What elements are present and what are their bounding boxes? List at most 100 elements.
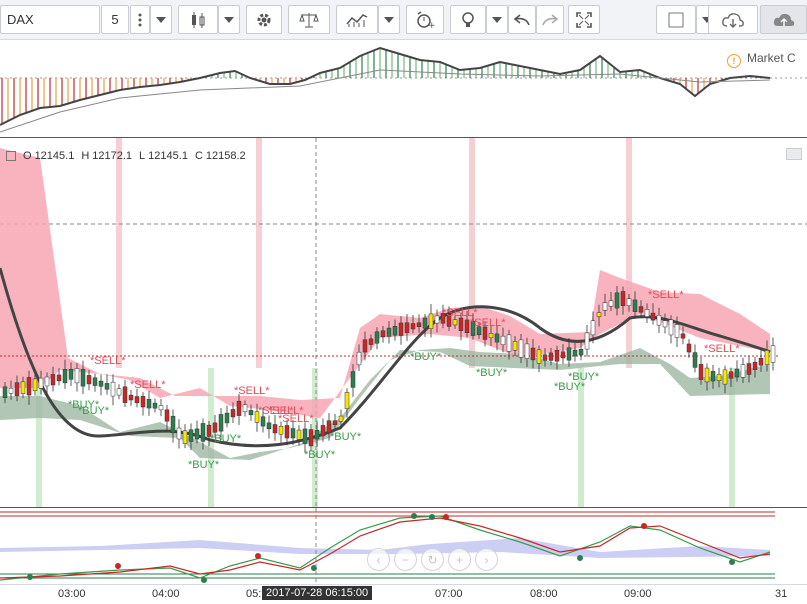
chart-navigation: ‹ − ↻ + › — [367, 548, 498, 571]
market-status-label: Market C — [747, 51, 796, 65]
zoom-out-icon[interactable]: − — [394, 548, 417, 571]
candle-body — [494, 333, 500, 343]
high-label: H — [81, 150, 90, 162]
cloud-download-icon[interactable] — [708, 5, 758, 34]
reset-icon[interactable]: ↻ — [421, 548, 444, 571]
sell-band — [256, 138, 262, 368]
fullscreen-icon[interactable] — [568, 5, 600, 34]
candle-body — [422, 317, 428, 329]
buy-signal-label: *BUY* — [410, 351, 442, 363]
scales-icon[interactable] — [288, 5, 330, 34]
crossover-marker — [577, 555, 583, 561]
scroll-right-icon[interactable]: › — [475, 548, 498, 571]
buy-signal-label: *BUY* — [78, 405, 110, 417]
chevron-down-icon[interactable] — [378, 5, 400, 34]
candle-body — [668, 319, 674, 336]
candle-body — [710, 371, 716, 382]
candle-body — [38, 377, 44, 389]
more-vertical-icon[interactable] — [130, 5, 150, 34]
symbol-search[interactable]: DAX — [0, 5, 100, 34]
candle-body — [698, 364, 704, 380]
candle-body — [542, 354, 548, 361]
candle-body — [728, 371, 734, 379]
crossover-marker — [429, 514, 435, 520]
candles-icon[interactable] — [178, 5, 218, 34]
crosshair-time-label: 2017-07-28 06:15:00 — [262, 586, 373, 600]
candle-body — [20, 381, 26, 394]
candle-body — [638, 306, 644, 313]
chevron-down-icon[interactable] — [486, 5, 508, 34]
chevron-down-icon[interactable] — [150, 5, 172, 34]
sell-signal-label: *SELL* — [278, 413, 314, 425]
candle-body — [32, 378, 38, 391]
candle-body — [320, 425, 326, 437]
candle-body — [524, 343, 530, 359]
candle-body — [530, 347, 536, 361]
candle-body — [212, 422, 218, 433]
candle-body — [662, 320, 668, 328]
candle-body — [224, 412, 230, 424]
candle-body — [590, 320, 596, 336]
candle-body — [614, 292, 620, 309]
scale-button[interactable] — [786, 148, 802, 160]
candle-body — [416, 322, 422, 328]
candle-body — [140, 396, 146, 408]
candle-body — [74, 368, 80, 384]
candle-body — [152, 402, 158, 409]
ohlc-legend: O 12145.1 H 12172.1 L 12145.1 C 12158.2 — [6, 150, 250, 162]
candle-body — [260, 416, 266, 427]
candle-body — [488, 333, 494, 339]
candle-body — [218, 414, 224, 432]
candle-body — [128, 394, 134, 401]
gear-icon[interactable] — [246, 5, 282, 34]
candle-body — [68, 368, 74, 380]
candle-body — [134, 396, 140, 404]
buy-signal-label: *BUY* — [568, 371, 600, 383]
candle-body — [272, 424, 278, 434]
candle-body — [752, 361, 758, 370]
sell-signal-label: *SELL* — [704, 343, 740, 355]
candle-body — [266, 422, 272, 429]
interval-button[interactable]: 5 — [101, 5, 129, 34]
scroll-left-icon[interactable]: ‹ — [367, 548, 390, 571]
candle-body — [110, 381, 116, 397]
candle-body — [356, 351, 362, 366]
idea-icon[interactable] — [450, 5, 486, 34]
candle-body — [602, 302, 608, 311]
undo-icon[interactable] — [508, 5, 536, 34]
candle-body — [194, 428, 200, 440]
market-status[interactable]: ! Market C — [727, 51, 796, 68]
candle-body — [80, 368, 86, 387]
indicators-icon[interactable] — [336, 5, 378, 34]
candle-body — [686, 343, 692, 353]
candle-body — [554, 350, 560, 362]
template-icon[interactable] — [656, 5, 696, 34]
svg-text:+: + — [428, 21, 435, 29]
bottom-stochastic-panel — [0, 508, 775, 584]
candle-body — [572, 349, 578, 357]
candle-body — [176, 427, 182, 440]
main-price-chart[interactable]: *SELL* *SELL* *SELL* *SELL* *SELL* *SELL* *SEL… — [0, 138, 807, 507]
interval-label: 5 — [111, 12, 119, 27]
cloud-upload-icon[interactable] — [760, 5, 807, 34]
time-label: 05: — [246, 588, 262, 600]
candle-body — [56, 374, 62, 382]
candle-body — [62, 369, 68, 384]
candle-body — [428, 313, 434, 329]
crossover-marker — [729, 559, 735, 565]
chevron-down-icon[interactable] — [218, 5, 240, 34]
open-label: O — [23, 150, 32, 162]
candle-body — [290, 428, 296, 439]
time-axis[interactable]: 03:00 04:00 05: 07:00 08:00 09:00 31 — [0, 584, 807, 604]
candle-body — [368, 338, 374, 345]
candle-body — [2, 386, 8, 398]
sell-signal-label: *SELL* — [648, 289, 684, 301]
legend-toggle-icon[interactable] — [6, 151, 16, 161]
redo-icon[interactable] — [536, 5, 564, 34]
alarm-icon[interactable]: + — [406, 5, 444, 34]
candle-body — [386, 327, 392, 337]
buy-signal-label: *BUY* — [188, 459, 220, 471]
candle-body — [188, 429, 194, 442]
zoom-in-icon[interactable]: + — [448, 548, 471, 571]
candle-body — [44, 376, 50, 387]
